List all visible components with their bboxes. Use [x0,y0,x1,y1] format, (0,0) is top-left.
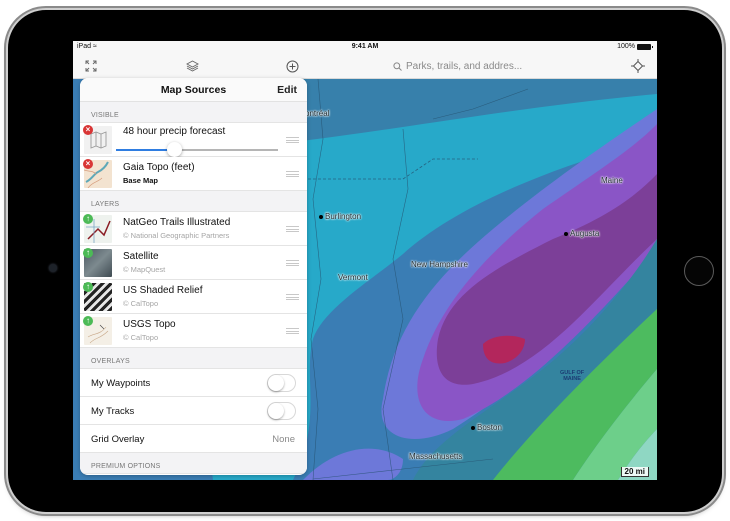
drag-handle-icon[interactable] [286,260,299,266]
layer-row-shaded-relief[interactable]: ↑ US Shaded Relief © CalTopo [80,280,307,314]
map-label-new-hampshire: New Hampshire [411,260,468,269]
layer-name: Satellite [123,251,159,262]
layer-subtitle: © CalTopo [123,333,159,342]
map-label-vermont: Vermont [338,273,368,282]
toolbar: Parks, trails, and addres... [73,53,657,79]
add-layer-button[interactable]: ↑ [83,316,93,326]
screen: iPad ≈ 9:41 AM 100% Parks, trails, and a… [73,41,657,480]
map-label-gulf-of-maine: GULF OF MAINE [560,370,585,382]
drag-handle-icon[interactable] [286,171,299,177]
search-placeholder: Parks, trails, and addres... [406,61,523,72]
camera [49,264,57,272]
toggle-knob [268,375,284,391]
layer-row-gaia-topo[interactable]: × Gaia Topo (feet) Base Map [80,157,307,191]
overlay-label: My Tracks [91,406,135,417]
drag-handle-icon[interactable] [286,137,299,143]
layer-name: US Shaded Relief [123,285,203,296]
layer-row-natgeo[interactable]: ↑ NatGeo Trails Illustrated © National G… [80,212,307,246]
add-layer-button[interactable]: ↑ [83,214,93,224]
map-label-montreal: ontréal [305,109,330,118]
overlay-label: Grid Overlay [91,434,145,445]
layer-subtitle: Base Map [123,176,159,185]
map-label-augusta: Augusta [564,229,599,238]
battery-icon [637,43,653,50]
overlay-row-waypoints: My Waypoints [80,369,307,397]
layer-name: USGS Topo [123,319,176,330]
layer-name: NatGeo Trails Illustrated [123,217,231,228]
drag-handle-icon[interactable] [286,328,299,334]
opacity-slider[interactable] [116,142,278,157]
map-sources-panel: Map Sources Edit VISIBLE × 48 hour preci… [80,78,307,475]
section-header-overlays: OVERLAYS [80,348,307,369]
remove-layer-button[interactable]: × [83,159,93,169]
layer-subtitle: © National Geographic Partners [123,231,230,240]
layer-row-precip-forecast[interactable]: × 48 hour precip forecast [80,123,307,157]
map-label-boston: Boston [471,423,502,432]
drag-handle-icon[interactable] [286,226,299,232]
layer-row-usgs-topo[interactable]: ↑ USGS Topo © CalTopo [80,314,307,348]
panel-header: Map Sources Edit [80,78,307,102]
overlay-row-tracks: My Tracks [80,397,307,425]
search-input[interactable]: Parks, trails, and addres... [393,58,623,75]
map-label-burlington: Burlington [319,212,361,221]
layer-subtitle: © MapQuest [123,265,166,274]
overlay-row-grid[interactable]: Grid Overlay None [80,425,307,453]
search-icon [393,62,402,71]
slider-knob[interactable] [167,142,183,157]
layer-subtitle: © CalTopo [123,299,159,308]
add-layer-button[interactable]: ↑ [83,248,93,258]
add-layer-button[interactable]: ↑ [83,282,93,292]
slider-fill [116,149,175,151]
map-label-maine: Maine [601,176,623,185]
panel-title: Map Sources [160,84,227,96]
layer-row-satellite[interactable]: ↑ Satellite © MapQuest [80,246,307,280]
waypoints-toggle[interactable] [267,374,296,392]
add-icon[interactable] [283,57,301,75]
edit-button[interactable]: Edit [277,84,297,96]
locate-icon[interactable] [629,57,647,75]
section-header-visible: VISIBLE [80,102,307,123]
remove-layer-button[interactable]: × [83,125,93,135]
map-scale: 20 mi [620,467,649,477]
grid-overlay-value: None [272,434,295,445]
status-bar: iPad ≈ 9:41 AM 100% [73,41,657,53]
battery-percent: 100% [617,43,635,50]
layer-name: 48 hour precip forecast [123,126,226,137]
section-header-layers: LAYERS [80,191,307,212]
layers-icon[interactable] [183,57,201,75]
battery-status: 100% [617,43,653,50]
expand-icon[interactable] [82,57,100,75]
drag-handle-icon[interactable] [286,294,299,300]
home-button[interactable] [684,256,714,286]
overlay-label: My Waypoints [91,378,151,389]
clock: 9:41 AM [351,43,379,50]
map-label-massachusetts: Massachusetts [409,452,463,461]
tracks-toggle[interactable] [267,402,296,420]
toggle-knob [268,403,284,419]
section-header-premium: PREMIUM OPTIONS [80,453,307,474]
layer-name: Gaia Topo (feet) [123,162,195,173]
